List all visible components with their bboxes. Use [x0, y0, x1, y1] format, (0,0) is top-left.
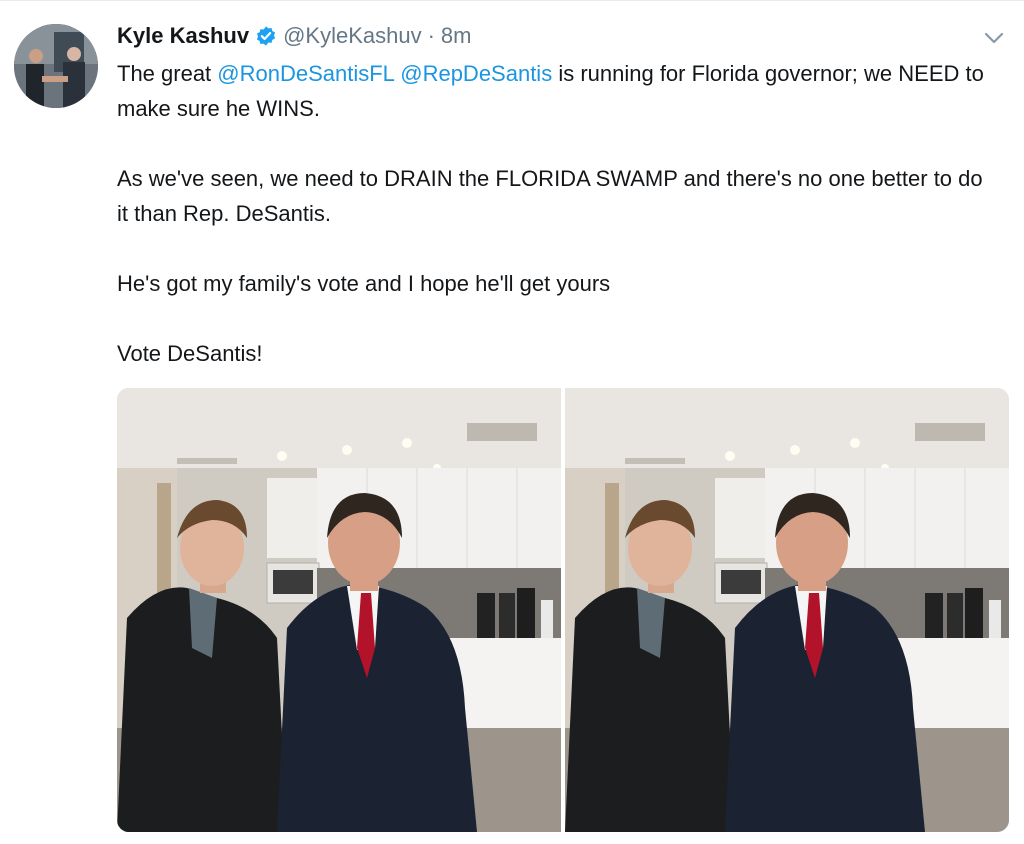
tweet-media	[117, 388, 1009, 832]
tweet-paragraph-3: He's got my family's vote and I hope he'…	[117, 271, 611, 296]
mention-repdesantis[interactable]: @RepDeSantis	[400, 61, 552, 86]
tweet-text: The great @RonDeSantisFL @RepDeSantis is…	[117, 56, 997, 371]
chevron-down-icon[interactable]	[982, 28, 1006, 48]
display-name[interactable]: Kyle Kashuv	[117, 23, 249, 49]
photo-1[interactable]	[117, 388, 561, 832]
verified-badge-icon	[255, 25, 277, 47]
tweet-paragraph-2: As we've seen, we need to DRAIN the FLOR…	[117, 166, 983, 226]
timestamp[interactable]: 8m	[441, 23, 472, 49]
tweet-header: Kyle Kashuv @KyleKashuv · 8m	[117, 20, 471, 52]
photo-2[interactable]	[565, 388, 1009, 832]
mention-rondesantisfl[interactable]: @RonDeSantisFL	[217, 61, 394, 86]
avatar-image	[14, 24, 98, 108]
top-divider	[0, 0, 1024, 1]
tweet-paragraph-1: The great @RonDeSantisFL @RepDeSantis is…	[117, 61, 984, 121]
avatar[interactable]	[14, 24, 98, 108]
separator-dot: ·	[427, 23, 435, 48]
tweet-paragraph-4: Vote DeSantis!	[117, 341, 263, 366]
handle[interactable]: @KyleKashuv	[283, 23, 422, 49]
